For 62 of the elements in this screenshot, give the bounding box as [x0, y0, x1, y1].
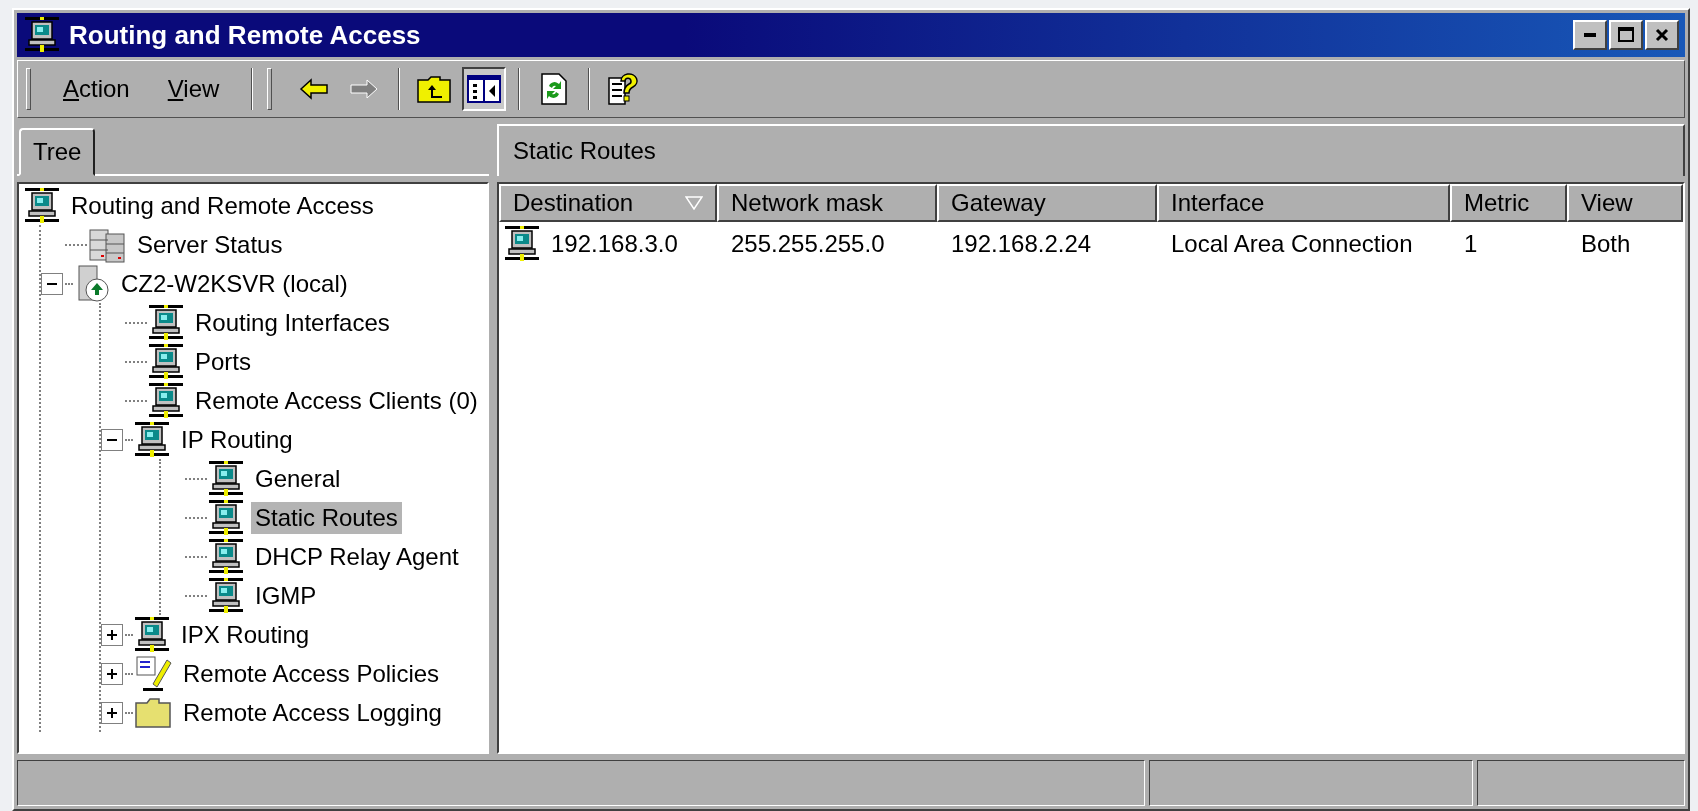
window-title: Routing and Remote Access	[69, 19, 422, 51]
tree-item[interactable]: IP Routing	[177, 423, 297, 456]
table-cell-text: 192.168.3.0	[550, 230, 678, 258]
tree-item[interactable]: Routing Interfaces	[191, 306, 394, 339]
table-cell-text: Local Area Connection	[1170, 230, 1414, 258]
maximize-icon	[1618, 27, 1634, 43]
tree-item[interactable]: CZ2-W2KSVR (local)	[117, 267, 352, 300]
tree-item[interactable]: Routing and Remote Access	[67, 189, 378, 222]
tree-item[interactable]: General	[251, 462, 345, 495]
network-computer-icon	[147, 342, 185, 381]
minimize-icon	[1584, 33, 1596, 37]
column-header[interactable]: Gateway	[937, 184, 1157, 222]
network-computer-icon	[207, 498, 245, 537]
network-computer-icon	[207, 576, 245, 615]
close-button[interactable]	[1645, 20, 1679, 50]
collapse-toggle[interactable]	[41, 272, 63, 295]
tree-item[interactable]: IPX Routing	[177, 618, 314, 651]
network-computer-icon	[147, 303, 185, 342]
column-header[interactable]: Interface	[1157, 184, 1450, 222]
tree-item[interactable]: DHCP Relay Agent	[251, 540, 463, 573]
policy-scroll-icon	[133, 653, 173, 694]
network-computer-icon	[147, 381, 185, 420]
tree-item[interactable]: Remote Access Logging	[179, 696, 446, 729]
menu-item[interactable]: View	[155, 71, 232, 107]
network-computer-icon	[23, 16, 61, 54]
network-computer-icon	[207, 537, 245, 576]
tree-item[interactable]: IGMP	[251, 579, 321, 612]
minimize-button[interactable]	[1573, 20, 1607, 50]
network-computer-icon	[133, 615, 171, 654]
column-header[interactable]: Destination	[499, 184, 717, 222]
table-cell-text: 1	[1463, 230, 1479, 258]
table-cell-text: Both	[1580, 230, 1632, 258]
folder-up-icon	[416, 74, 453, 104]
tree-item[interactable]: Remote Access Clients (0)	[191, 384, 482, 417]
pane-toggle-icon	[467, 75, 502, 103]
back-arrow-icon	[299, 78, 330, 100]
table-cell-text: 255.255.255.0	[730, 230, 886, 258]
tree-item[interactable]: Ports	[191, 345, 255, 378]
close-icon	[1655, 28, 1669, 42]
collapse-toggle[interactable]	[101, 428, 123, 451]
menu-item[interactable]: Action	[51, 71, 142, 107]
maximize-button[interactable]	[1609, 20, 1643, 50]
tree-item[interactable]: Server Status	[133, 228, 287, 261]
column-header[interactable]: Network mask	[717, 184, 937, 222]
refresh-icon	[540, 72, 569, 106]
network-computer-icon	[133, 420, 171, 459]
network-computer-icon	[503, 225, 541, 263]
pane-title: Static Routes	[513, 137, 656, 165]
expand-toggle[interactable]	[101, 662, 123, 685]
tree-item[interactable]: Remote Access Policies	[179, 657, 444, 690]
sort-arrow-icon	[685, 196, 703, 210]
column-header[interactable]: View	[1567, 184, 1683, 222]
toolbar-button[interactable]	[462, 67, 507, 111]
network-computer-icon	[207, 459, 245, 498]
tree-item[interactable]: Static Routes	[251, 501, 402, 534]
expand-toggle[interactable]	[101, 701, 123, 724]
tab[interactable]: Tree	[19, 128, 96, 176]
expand-toggle[interactable]	[101, 623, 123, 646]
column-header[interactable]: Metric	[1450, 184, 1567, 222]
network-computer-icon	[23, 186, 61, 225]
forward-arrow-icon	[349, 78, 380, 100]
table-cell-text: 192.168.2.24	[950, 230, 1093, 258]
